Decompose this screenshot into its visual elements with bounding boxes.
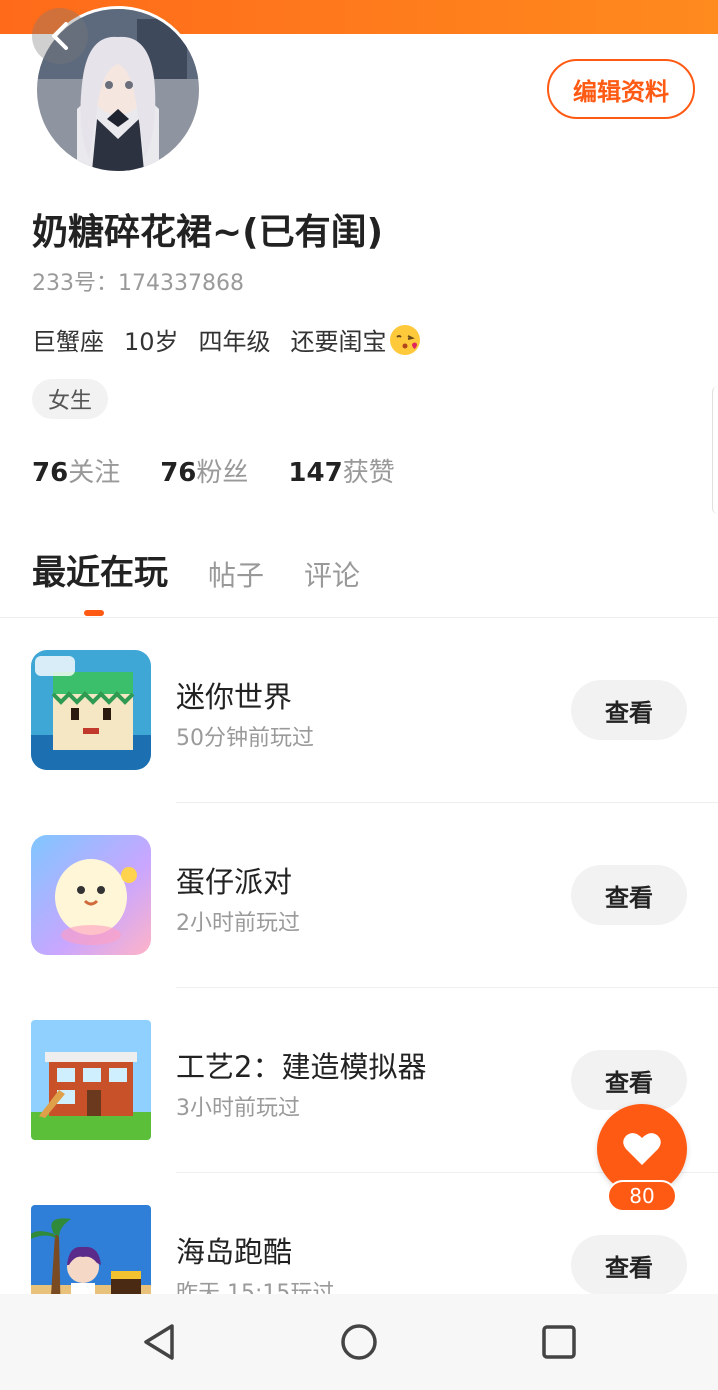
list-item[interactable]: 蛋仔派对 2小时前玩过 查看 xyxy=(0,803,718,988)
stat-following[interactable]: 76 关注 xyxy=(32,452,120,489)
gender-tag: 女生 xyxy=(32,379,109,419)
active-tab-indicator xyxy=(84,610,104,616)
edit-profile-button[interactable]: 编辑资料 xyxy=(547,59,695,119)
bio-constellation: 巨蟹座 xyxy=(32,328,104,356)
recents-square-icon[interactable] xyxy=(539,1322,579,1362)
stats-row: 76 关注 76 粉丝 147 获赞 xyxy=(32,452,435,489)
tab-posts[interactable]: 帖子 xyxy=(208,554,264,594)
stat-label: 获赞 xyxy=(342,458,395,488)
heart-icon xyxy=(623,1133,661,1165)
back-button[interactable] xyxy=(32,8,88,64)
game-name: 工艺2：建造模拟器 xyxy=(176,1050,427,1084)
bio-note: 还要闺宝 xyxy=(290,328,387,356)
stat-number: 147 xyxy=(288,458,343,488)
stat-number: 76 xyxy=(160,458,197,488)
system-navigation-bar xyxy=(0,1294,718,1390)
stat-likes[interactable]: 147 获赞 xyxy=(288,452,394,489)
game-name: 蛋仔派对 xyxy=(176,865,293,899)
mini-world-icon[interactable] xyxy=(31,650,151,770)
stat-label: 关注 xyxy=(68,458,121,488)
view-button[interactable]: 查看 xyxy=(571,1050,687,1110)
view-button[interactable]: 查看 xyxy=(571,680,687,740)
list-item[interactable]: 迷你世界 50分钟前玩过 查看 xyxy=(0,618,718,803)
like-count-badge: 80 xyxy=(607,1180,677,1212)
stat-number: 76 xyxy=(32,458,69,488)
game-name: 海岛跑酷 xyxy=(176,1235,293,1269)
eggy-party-icon[interactable] xyxy=(31,835,151,955)
tab-recently-played[interactable]: 最近在玩 xyxy=(32,545,168,594)
game-last-played: 50分钟前玩过 xyxy=(176,726,314,751)
stat-label: 粉丝 xyxy=(196,458,249,488)
game-last-played: 3小时前玩过 xyxy=(176,1096,300,1121)
craft-building-icon[interactable] xyxy=(31,1020,151,1140)
bio-age: 10岁 xyxy=(124,328,179,356)
user-id: 233号：174337868 xyxy=(32,271,244,296)
bio-grade: 四年级 xyxy=(198,328,271,356)
game-last-played: 昨天 15:15玩过 xyxy=(176,1281,335,1294)
view-button[interactable]: 查看 xyxy=(571,1235,687,1294)
stat-fans[interactable]: 76 粉丝 xyxy=(160,452,248,489)
island-parkour-icon[interactable] xyxy=(31,1205,151,1294)
username: 奶糖碎花裙~(已有闺) xyxy=(32,212,384,253)
bio-line: 巨蟹座 10岁 四年级 还要闺宝 xyxy=(32,322,421,357)
back-triangle-icon[interactable] xyxy=(140,1322,180,1362)
game-last-played: 2小时前玩过 xyxy=(176,911,300,936)
kiss-face-emoji-icon xyxy=(389,324,421,356)
tab-comments[interactable]: 评论 xyxy=(304,554,360,594)
view-button[interactable]: 查看 xyxy=(571,865,687,925)
side-handle[interactable] xyxy=(712,386,718,514)
game-name: 迷你世界 xyxy=(176,680,293,714)
tab-bar: 最近在玩 帖子 评论 xyxy=(32,545,400,594)
home-circle-icon[interactable] xyxy=(339,1322,379,1362)
back-arrow-icon xyxy=(52,22,68,50)
